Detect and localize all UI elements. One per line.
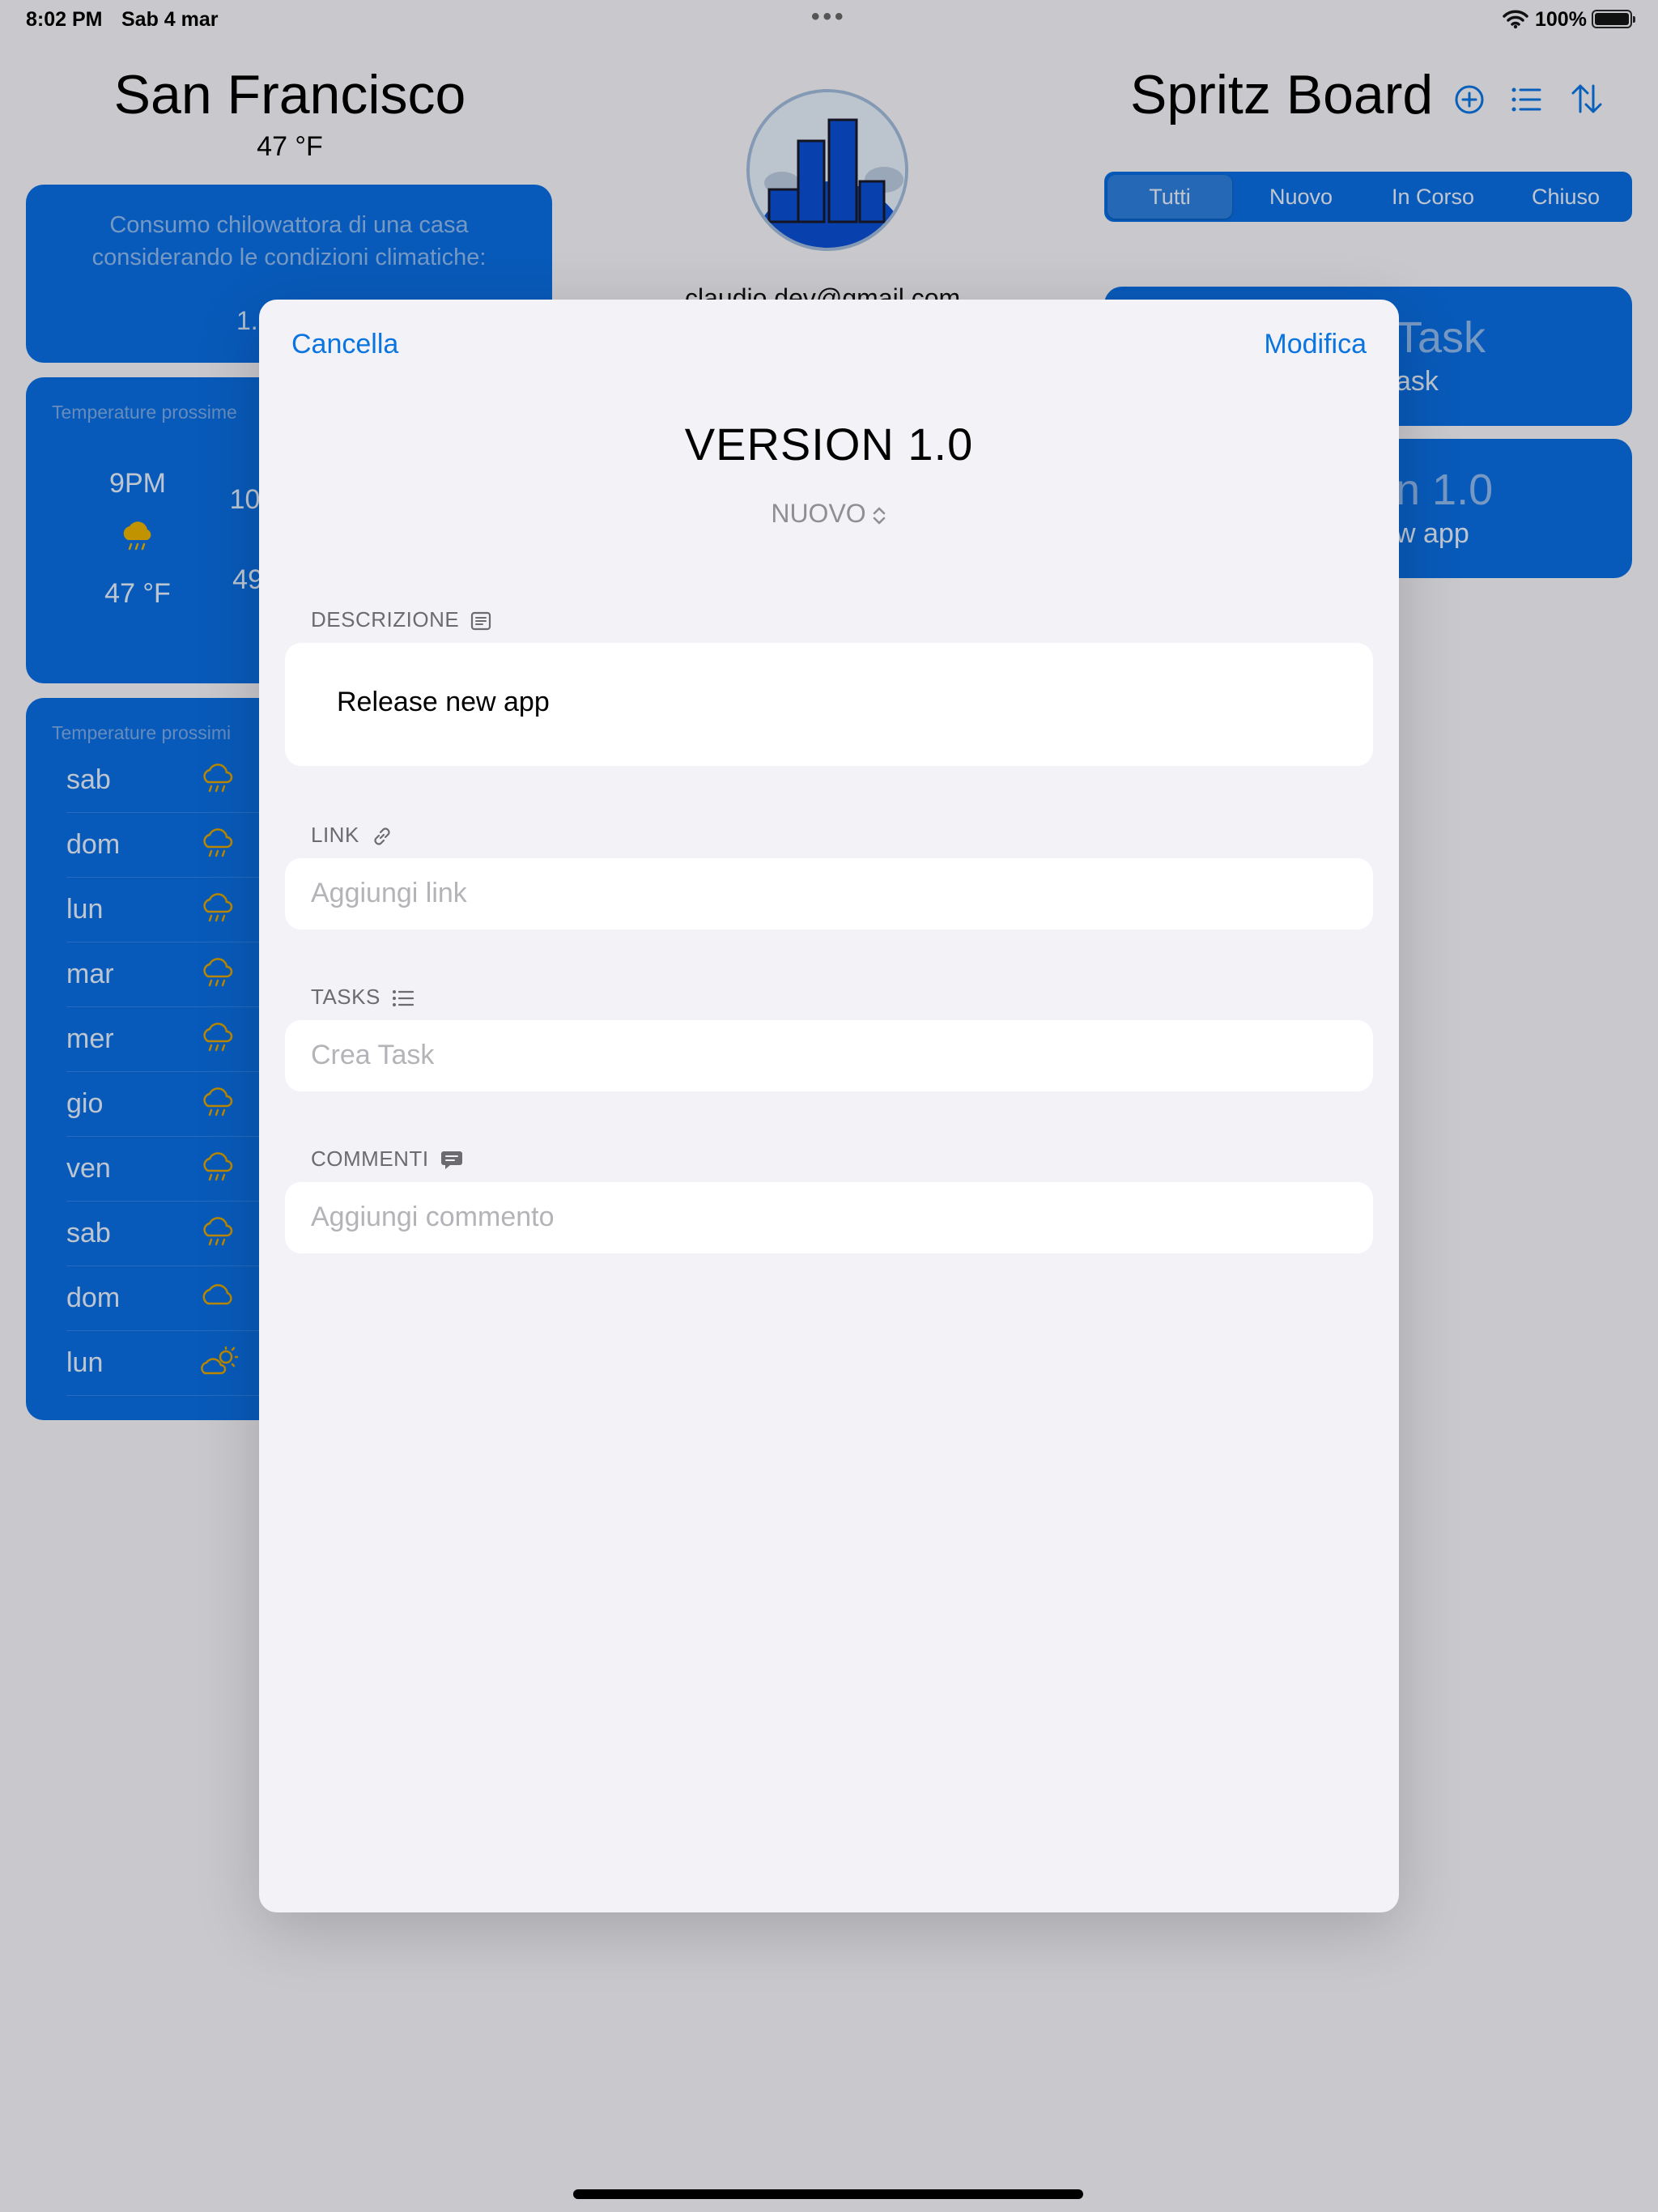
comment-bubble-icon [429,1146,463,1171]
description-field[interactable]: Release new app [285,643,1373,766]
task-title: VERSION 1.0 [684,419,974,470]
tasks-header: TASKS [311,985,414,1010]
link-header: LINK [311,823,393,848]
edit-button[interactable]: Modifica [1264,329,1367,360]
status-bar: 8:02 PM Sab 4 mar ••• 100% [0,0,1658,37]
task-detail-sheet: Cancella Modifica VERSION 1.0 NUOVO DESC… [259,300,1399,1912]
battery-icon [1592,10,1635,28]
description-header: DESCRIZIONE [311,607,491,632]
link-placeholder: Aggiungi link [311,878,467,908]
description-header-label: DESCRIZIONE [311,607,460,632]
cancel-button[interactable]: Cancella [291,329,398,360]
comments-header-label: COMMENTI [311,1146,429,1171]
status-picker-value: NUOVO [771,499,866,528]
link-header-label: LINK [311,823,359,847]
multitasking-dots-icon[interactable]: ••• [811,3,847,31]
chevron-up-down-icon [866,499,887,528]
link-icon [359,823,393,847]
comment-placeholder: Aggiungi commento [311,1202,555,1232]
comment-input[interactable]: Aggiungi commento [285,1182,1373,1253]
status-picker[interactable]: NUOVO [259,499,1399,529]
comments-header: COMMENTI [311,1146,463,1172]
status-time: 8:02 PM [26,8,103,31]
tasks-header-label: TASKS [311,985,380,1009]
description-value: Release new app [337,687,550,717]
home-indicator[interactable] [573,2189,1083,2199]
wifi-icon [1503,10,1528,35]
battery-percentage: 100% [1535,8,1587,31]
status-date: Sab 4 mar [121,8,219,31]
doc-text-icon [459,607,491,632]
create-task-placeholder: Crea Task [311,1040,435,1070]
create-task-input[interactable]: Crea Task [285,1020,1373,1091]
list-bullet-icon [380,985,414,1009]
link-input[interactable]: Aggiungi link [285,858,1373,929]
